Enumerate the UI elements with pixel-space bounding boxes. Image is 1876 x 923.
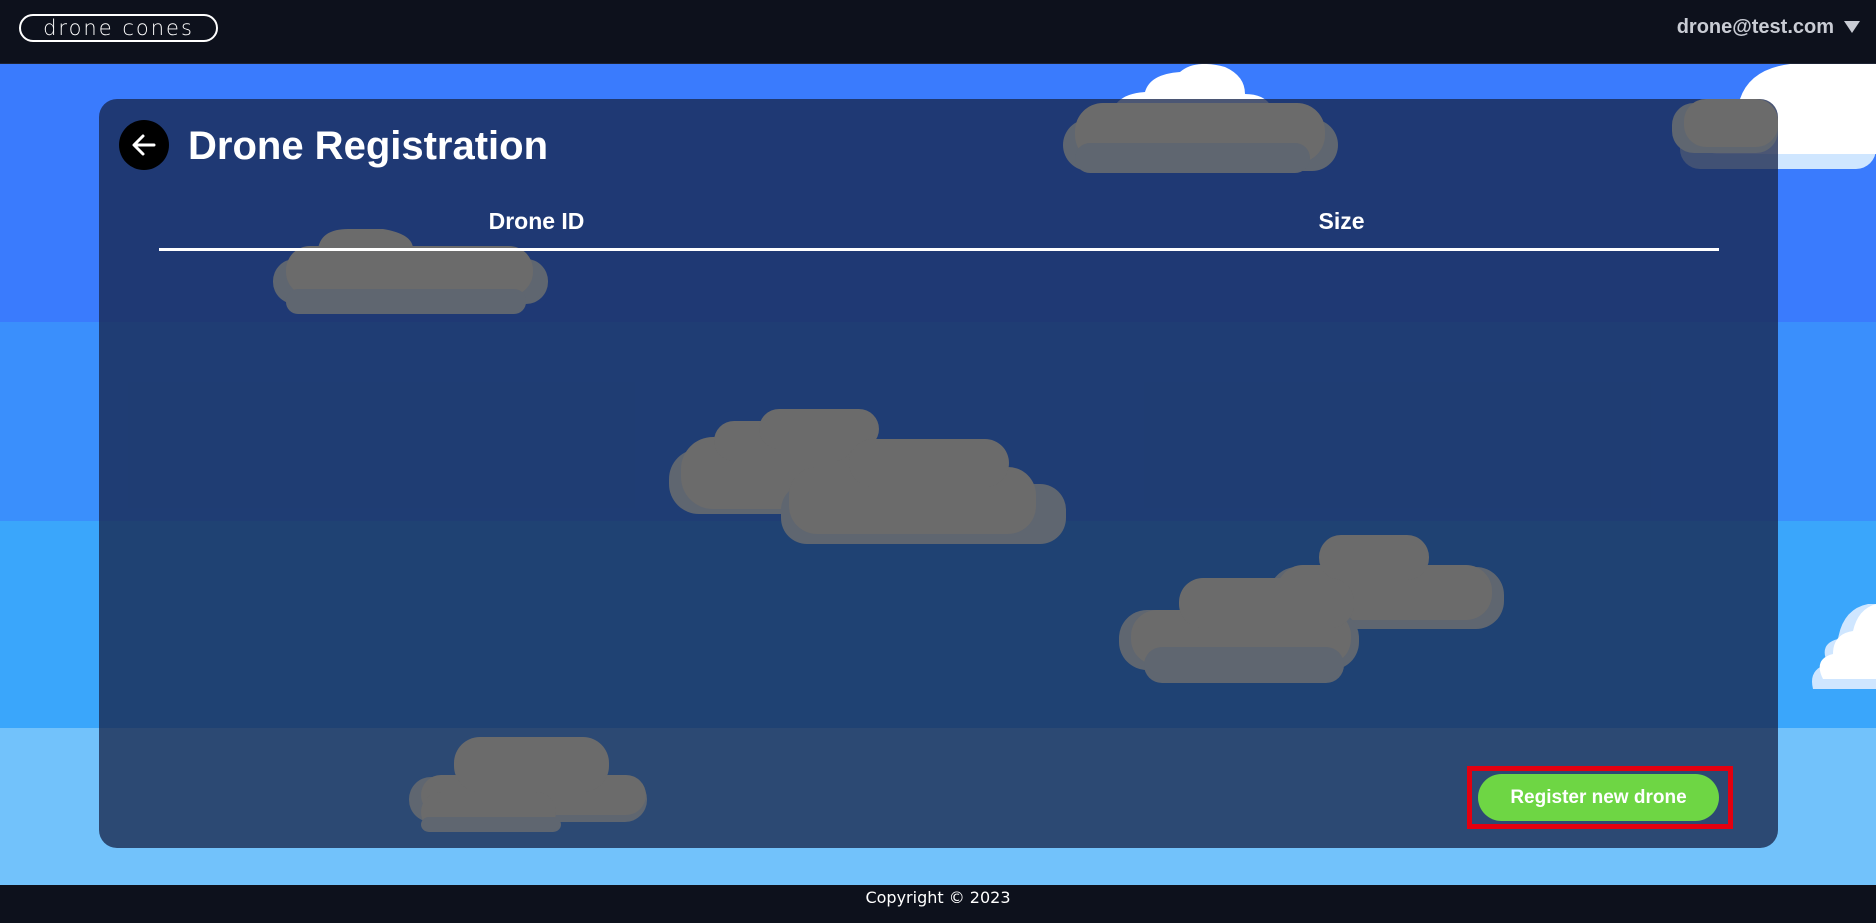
user-email[interactable]: drone@test.com — [1677, 16, 1834, 39]
footer: Copyright © 2023 — [0, 885, 1876, 923]
column-header-size: Size — [1318, 208, 1365, 234]
top-navigation-bar: drone cones drone@test.com — [0, 0, 1876, 64]
cloud — [1119, 535, 1504, 683]
register-new-drone-button[interactable]: Register new drone — [1478, 774, 1719, 821]
caret-down-icon[interactable] — [1844, 21, 1860, 33]
copyright-text: Copyright © 2023 — [865, 888, 1011, 907]
user-menu[interactable]: drone@test.com — [1677, 14, 1860, 40]
cloud — [1808, 589, 1876, 689]
cloud — [1063, 99, 1338, 189]
cloud — [669, 409, 1069, 544]
arrow-left-icon — [132, 134, 156, 156]
table-header: Drone ID Size — [159, 203, 1719, 251]
cloud — [409, 737, 649, 832]
back-button[interactable] — [119, 120, 169, 170]
cloud — [1672, 99, 1778, 154]
page-title: Drone Registration — [188, 124, 549, 168]
column-header-drone-id: Drone ID — [488, 208, 585, 234]
logo[interactable]: drone cones — [19, 14, 218, 42]
